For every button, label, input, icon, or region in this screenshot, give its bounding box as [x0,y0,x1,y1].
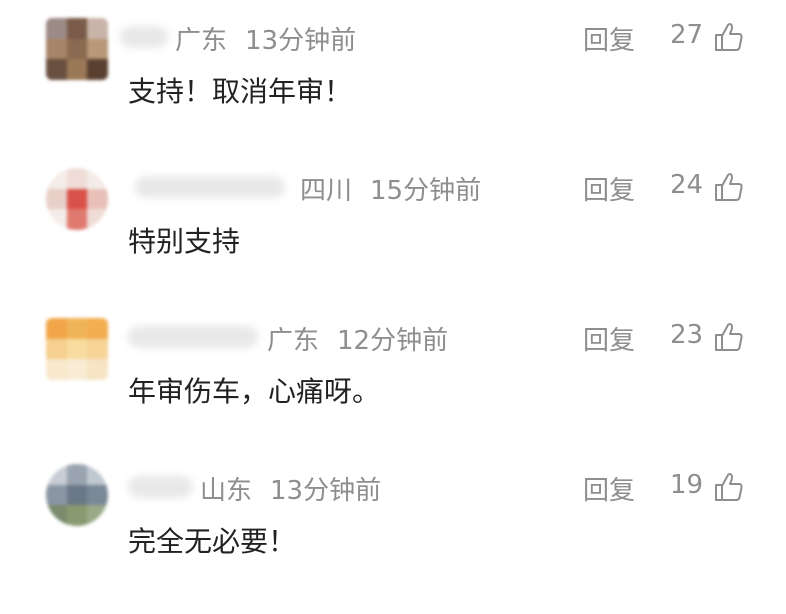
reply-button[interactable]: 回复 [583,470,635,507]
avatar[interactable] [46,18,108,80]
avatar-pixel [67,39,87,59]
avatar-pixel [67,485,87,505]
reply-button[interactable]: 回复 [583,320,635,357]
like-count: 27 [670,20,704,50]
username-blurred[interactable] [128,476,193,498]
avatar-pixel [46,189,67,209]
thumbs-up-icon[interactable] [713,471,745,503]
avatar-pixel [87,485,108,505]
avatar-pixel [67,339,87,359]
like-count: 24 [670,170,704,200]
avatar-pixel [67,359,87,380]
username-blurred[interactable] [128,326,258,348]
avatar-pixel [67,59,87,80]
avatar[interactable] [46,464,108,526]
location: 广东 [267,326,320,356]
avatar-pixel [67,18,87,39]
avatar-pixel [67,464,87,485]
avatar-pixel [46,485,67,505]
thumbs-up-icon[interactable] [713,21,745,53]
thumbs-up-icon[interactable] [713,321,745,353]
avatar-pixel [46,59,67,80]
thumbs-up-icon[interactable] [713,171,745,203]
avatar-pixel [46,339,67,359]
location: 山东 [200,476,253,506]
avatar-pixel [87,359,108,380]
avatar-pixel [87,209,108,230]
avatar[interactable] [46,318,108,380]
comment-item: 四川 15分钟前 回复 24 特别支持 [0,164,786,314]
avatar-pixel [87,505,108,526]
avatar-pixel [67,505,87,526]
location: 广东 [175,26,228,56]
username-blurred[interactable] [135,176,285,198]
location: 四川 [300,176,353,206]
avatar-pixel [67,168,87,189]
comment-item: 广东 13分钟前 回复 27 支持！取消年审！ [0,14,786,164]
reply-button[interactable]: 回复 [583,170,635,207]
timestamp: 13分钟前 [270,476,382,506]
avatar-pixel [46,318,67,339]
avatar-pixel [87,189,108,209]
avatar-pixel [46,359,67,380]
avatar-pixel [87,168,108,189]
comment-text: 特别支持 [128,225,241,258]
avatar-pixel [87,39,108,59]
avatar-pixel [87,339,108,359]
comment-text: 支持！取消年审！ [128,75,353,108]
avatar-pixel [87,18,108,39]
avatar-pixel [67,318,87,339]
avatar-pixel [87,464,108,485]
comment-item: 山东 13分钟前 回复 19 完全无必要！ [0,464,786,614]
comment-text: 年审伤车，心痛呀。 [128,375,381,408]
avatar-pixel [46,39,67,59]
like-count: 23 [670,320,704,350]
avatar-pixel [67,189,87,209]
avatar-pixel [46,168,67,189]
reply-button[interactable]: 回复 [583,20,635,57]
avatar-pixel [46,18,67,39]
avatar-pixel [46,464,67,485]
timestamp: 13分钟前 [245,26,357,56]
avatar[interactable] [46,168,108,230]
comment-item: 广东 12分钟前 回复 23 年审伤车，心痛呀。 [0,314,786,464]
like-count: 19 [670,470,704,500]
avatar-pixel [67,209,87,230]
timestamp: 12分钟前 [337,326,449,356]
avatar-pixel [46,505,67,526]
timestamp: 15分钟前 [370,176,482,206]
avatar-pixel [87,59,108,80]
avatar-pixel [87,318,108,339]
username-blurred[interactable] [120,26,168,48]
avatar-pixel [46,209,67,230]
comment-text: 完全无必要！ [128,525,297,558]
